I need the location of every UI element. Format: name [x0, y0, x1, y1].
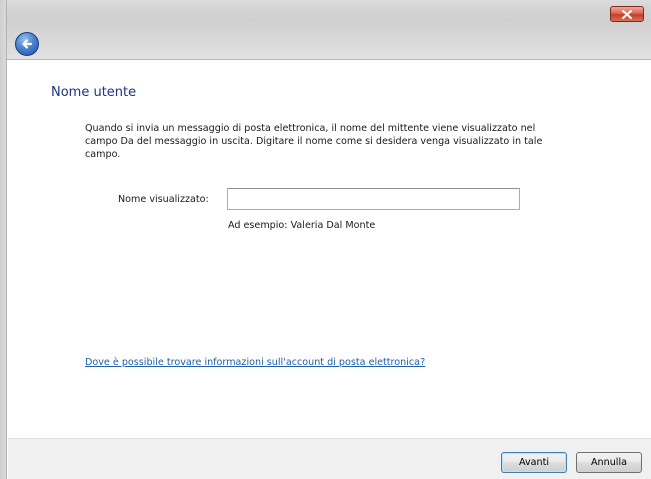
- wizard-content: Nome utente Quando si invia un messaggio…: [8, 60, 651, 438]
- page-title: Nome utente: [51, 85, 137, 100]
- example-text: Ad esempio: Valeria Dal Monte: [228, 220, 376, 231]
- description-text: Quando si invia un messaggio di posta el…: [85, 123, 543, 160]
- title-bar: [0, 0, 651, 60]
- wizard-window: Nome utente Quando si invia un messaggio…: [0, 0, 651, 479]
- display-name-label: Nome visualizzato:: [118, 194, 209, 205]
- back-button[interactable]: [15, 32, 39, 56]
- display-name-input[interactable]: [227, 188, 520, 210]
- back-arrow-icon: [22, 39, 33, 49]
- close-button[interactable]: [610, 6, 644, 22]
- close-icon: [622, 9, 632, 19]
- account-help-link[interactable]: Dove è possibile trovare informazioni su…: [85, 357, 425, 368]
- button-bar: Avanti Annulla: [8, 438, 651, 479]
- window-border: [0, 0, 7, 479]
- cancel-button[interactable]: Annulla: [576, 452, 642, 473]
- next-button[interactable]: Avanti: [501, 452, 567, 473]
